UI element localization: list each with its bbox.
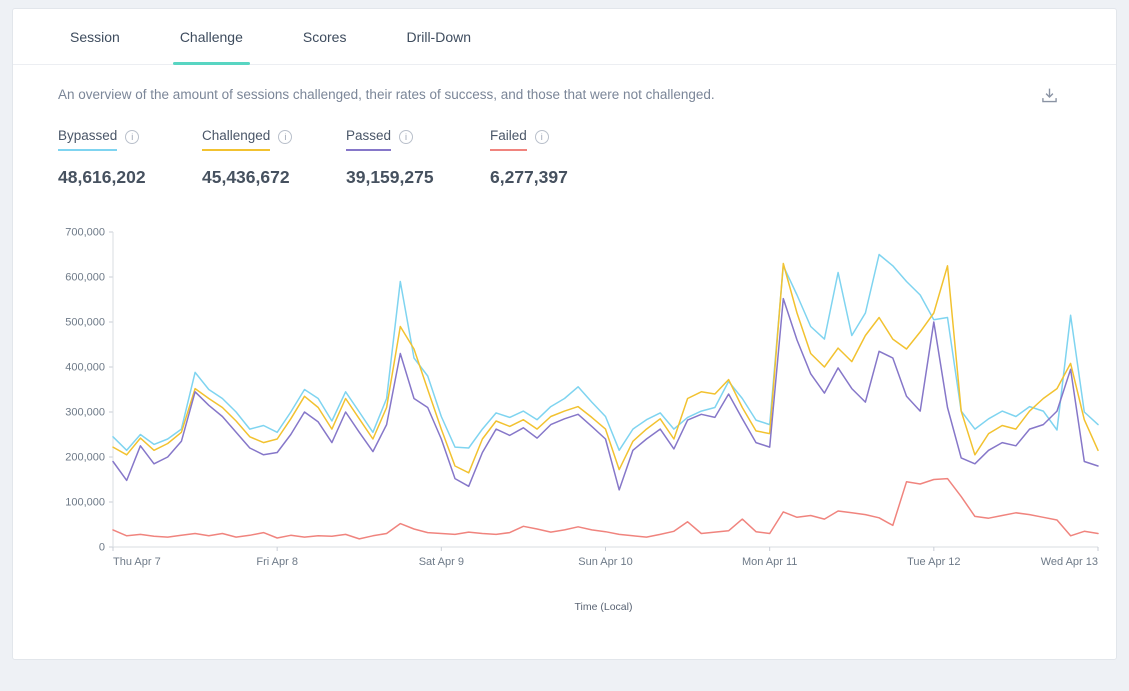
svg-text:200,000: 200,000 (65, 452, 105, 464)
svg-text:700,000: 700,000 (65, 227, 105, 239)
info-icon[interactable]: i (125, 130, 139, 144)
tab-scores-label: Scores (303, 29, 347, 45)
metric-bypassed: Bypassed i 48,616,202 (58, 128, 202, 188)
metric-bypassed-label: Bypassed (58, 128, 117, 151)
metric-passed-value: 39,159,275 (346, 167, 490, 188)
tab-drilldown-label: Drill-Down (406, 29, 471, 45)
svg-text:Sun Apr 10: Sun Apr 10 (578, 556, 632, 568)
svg-text:100,000: 100,000 (65, 497, 105, 509)
svg-text:Fri Apr 8: Fri Apr 8 (256, 556, 298, 568)
metric-challenged-label: Challenged (202, 128, 270, 151)
tab-bar: Session Challenge Scores Drill-Down (13, 9, 1116, 65)
metric-challenged-value: 45,436,672 (202, 167, 346, 188)
sessions-challenged-chart[interactable]: 0 100,000 200,000 300,000 400,000 500,000 600,… (13, 188, 1116, 613)
svg-text:Tue Apr 12: Tue Apr 12 (907, 556, 960, 568)
svg-text:500,000: 500,000 (65, 317, 105, 329)
metric-passed-label: Passed (346, 128, 391, 151)
svg-text:Wed Apr 13: Wed Apr 13 (1041, 556, 1098, 568)
info-icon[interactable]: i (278, 130, 292, 144)
svg-text:300,000: 300,000 (65, 407, 105, 419)
tab-session-label: Session (70, 29, 120, 45)
info-icon[interactable]: i (399, 130, 413, 144)
x-axis-title: Time (Local) (58, 601, 1104, 613)
tab-drilldown[interactable]: Drill-Down (399, 9, 478, 64)
tab-session[interactable]: Session (63, 9, 127, 64)
tab-challenge[interactable]: Challenge (173, 9, 250, 64)
metrics-legend: Bypassed i 48,616,202 Challenged i 45,43… (13, 104, 1116, 188)
challenge-overview-card: Session Challenge Scores Drill-Down An o… (12, 8, 1117, 660)
metric-failed: Failed i 6,277,397 (490, 128, 634, 188)
tab-challenge-label: Challenge (180, 29, 243, 45)
metric-passed: Passed i 39,159,275 (346, 128, 490, 188)
svg-text:Thu Apr 7: Thu Apr 7 (113, 556, 161, 568)
line-chart-canvas[interactable]: 0 100,000 200,000 300,000 400,000 500,000 600,… (58, 222, 1103, 574)
metric-failed-label: Failed (490, 128, 527, 151)
svg-text:Mon Apr 11: Mon Apr 11 (742, 556, 797, 568)
svg-text:0: 0 (99, 542, 105, 554)
svg-text:600,000: 600,000 (65, 272, 105, 284)
description-row: An overview of the amount of sessions ch… (13, 65, 1116, 104)
tab-scores[interactable]: Scores (296, 9, 354, 64)
info-icon[interactable]: i (535, 130, 549, 144)
metric-failed-value: 6,277,397 (490, 167, 634, 188)
metric-bypassed-value: 48,616,202 (58, 167, 202, 188)
download-icon[interactable] (1041, 87, 1058, 104)
svg-text:400,000: 400,000 (65, 362, 105, 374)
metric-challenged: Challenged i 45,436,672 (202, 128, 346, 188)
chart-description: An overview of the amount of sessions ch… (58, 87, 715, 102)
svg-text:Sat Apr 9: Sat Apr 9 (419, 556, 464, 568)
